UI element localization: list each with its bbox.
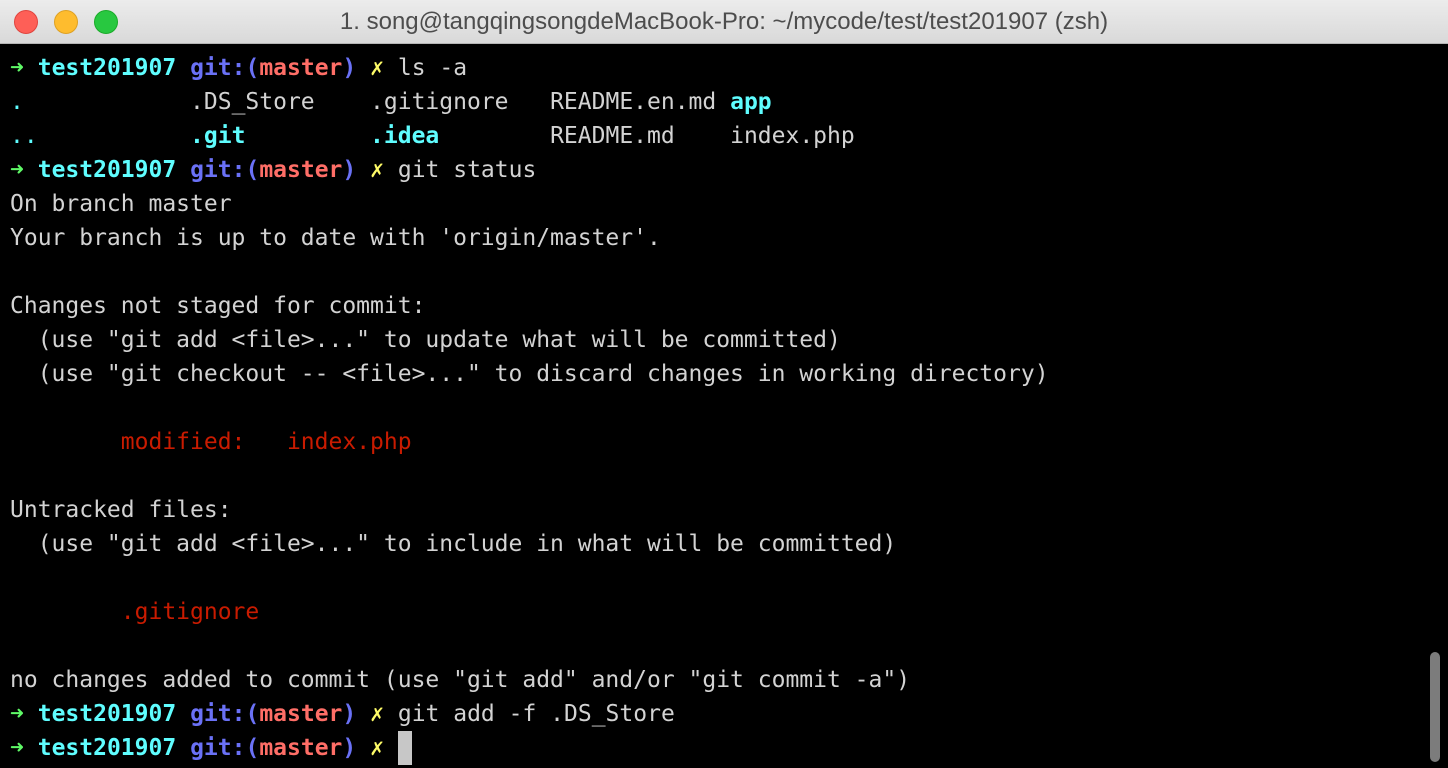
prompt-branch: master	[259, 735, 343, 761]
prompt-git-label: git:(	[190, 157, 260, 183]
modified-file-line: modified: index.php	[10, 425, 1420, 459]
ls-entry: .git	[190, 123, 246, 149]
prompt-git-label: git:(	[190, 701, 260, 727]
prompt-git-close: )	[342, 701, 357, 727]
untracked-file-line: .gitignore	[10, 595, 1420, 629]
text-cursor[interactable]	[397, 731, 412, 765]
status-branch-line: On branch master	[10, 191, 232, 217]
prompt-branch: master	[259, 157, 343, 183]
no-changes-line: no changes added to commit (use "git add…	[10, 667, 911, 693]
prompt-dir: test201907	[37, 157, 177, 183]
ls-entry: app	[730, 89, 772, 115]
ls-entry: .gitignore	[370, 89, 509, 115]
prompt-line-status: ➜ test201907 git:(master) ✗ git status	[10, 153, 1420, 187]
modified-label: modified:	[120, 429, 246, 455]
hint-line: (use "git add <file>..." to include in w…	[10, 531, 897, 557]
dirty-marker-icon: ✗	[370, 701, 384, 727]
prompt-git-close: )	[342, 735, 357, 761]
prompt-git-label: git:(	[190, 735, 260, 761]
command-text: ls -a	[397, 55, 468, 81]
prompt-arrow-icon: ➜	[10, 735, 24, 761]
prompt-line-current[interactable]: ➜ test201907 git:(master) ✗	[10, 731, 1420, 765]
prompt-dir: test201907	[37, 55, 177, 81]
dirty-marker-icon: ✗	[370, 55, 384, 81]
prompt-arrow-icon: ➜	[10, 157, 24, 183]
ls-entry: README.md	[550, 123, 675, 149]
scrollbar-thumb[interactable]	[1430, 652, 1440, 762]
hint-line: (use "git checkout -- <file>..." to disc…	[10, 361, 1049, 387]
ls-output-row: . .DS_Store .gitignore README.en.md app	[10, 85, 1420, 119]
status-uptodate-line: Your branch is up to date with 'origin/m…	[10, 225, 661, 251]
ls-output-row: .. .git .idea README.md index.php	[10, 119, 1420, 153]
dirty-marker-icon: ✗	[370, 157, 384, 183]
prompt-arrow-icon: ➜	[10, 55, 24, 81]
prompt-line-add: ➜ test201907 git:(master) ✗ git add -f .…	[10, 697, 1420, 731]
untracked-header: Untracked files:	[10, 497, 232, 523]
ls-entry: index.php	[730, 123, 855, 149]
prompt-arrow-icon: ➜	[10, 701, 24, 727]
prompt-git-close: )	[342, 157, 357, 183]
ls-entry: README.en.md	[550, 89, 717, 115]
window-title: 1. song@tangqingsongdeMacBook-Pro: ~/myc…	[339, 8, 1109, 35]
prompt-branch: master	[259, 55, 343, 81]
prompt-git-label: git:(	[190, 55, 260, 81]
ls-entry: ..	[10, 123, 38, 149]
ls-entry: .idea	[370, 123, 440, 149]
not-staged-header: Changes not staged for commit:	[10, 293, 426, 319]
ls-entry: .	[10, 89, 24, 115]
untracked-file: .gitignore	[120, 599, 260, 625]
command-text: git add -f .DS_Store	[397, 701, 675, 727]
prompt-branch: master	[259, 701, 343, 727]
prompt-git-close: )	[342, 55, 357, 81]
hint-line: (use "git add <file>..." to update what …	[10, 327, 841, 353]
terminal-output[interactable]: ➜ test201907 git:(master) ✗ ls -a . .DS_…	[10, 51, 1420, 765]
ls-entry: .DS_Store	[190, 89, 315, 115]
title-bar[interactable]: 1. song@tangqingsongdeMacBook-Pro: ~/myc…	[0, 0, 1448, 44]
terminal-window: 1. song@tangqingsongdeMacBook-Pro: ~/myc…	[0, 0, 1448, 768]
dirty-marker-icon: ✗	[370, 735, 384, 761]
prompt-dir: test201907	[37, 701, 177, 727]
modified-file: index.php	[286, 429, 412, 455]
prompt-line-ls: ➜ test201907 git:(master) ✗ ls -a	[10, 51, 1420, 85]
prompt-dir: test201907	[37, 735, 177, 761]
command-text: git status	[397, 157, 537, 183]
